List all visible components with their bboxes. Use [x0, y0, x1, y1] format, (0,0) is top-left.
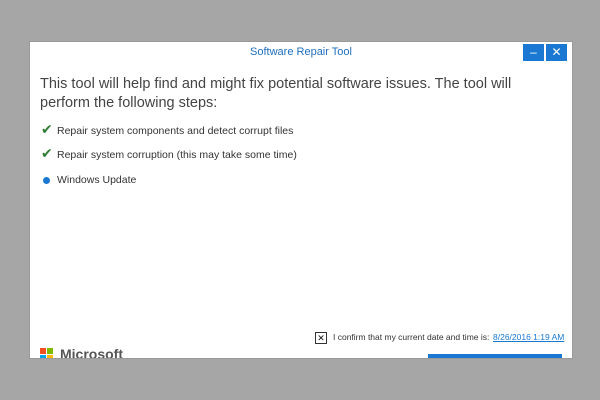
step-label: Repair system components and detect corr… [57, 125, 294, 137]
logo-text: Microsoft [60, 346, 123, 358]
step-label: Repair system corruption (this may take … [57, 149, 297, 161]
datetime-link[interactable]: 8/26/2016 1:19 AM [493, 332, 564, 342]
window-title: Software Repair Tool [250, 46, 352, 58]
microsoft-logo-icon [40, 348, 54, 358]
dot-icon [43, 177, 50, 184]
confirm-checkbox[interactable]: ✕ [315, 332, 327, 344]
step-label: Windows Update [57, 174, 137, 186]
repair-tool-window: Software Repair Tool – ✕ This tool will … [30, 42, 572, 358]
intro-text: This tool will help find and might fix p… [40, 76, 512, 111]
minimize-icon: – [530, 45, 537, 59]
action-button[interactable] [428, 354, 562, 358]
close-icon: ✕ [551, 45, 562, 59]
minimize-button[interactable]: – [523, 44, 544, 61]
confirm-label: I confirm that my current date and time … [333, 332, 490, 342]
check-icon: ✔ [41, 145, 53, 161]
close-button[interactable]: ✕ [546, 44, 567, 61]
check-icon: ✔ [41, 121, 53, 137]
